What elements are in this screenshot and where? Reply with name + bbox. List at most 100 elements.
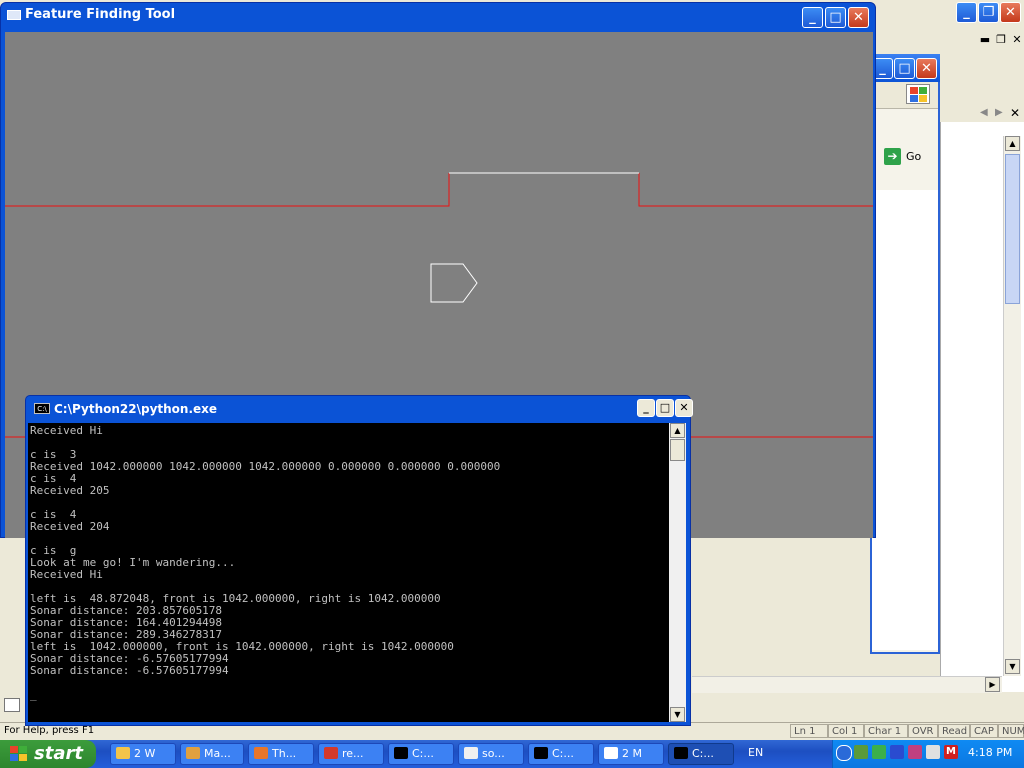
scroll-down-icon[interactable]: ▼ [1005, 659, 1020, 674]
taskbar-button-label: so... [482, 747, 505, 760]
language-indicator[interactable]: EN [748, 746, 763, 759]
taskbar-button-label: 2 M [622, 747, 642, 760]
minimize-icon[interactable]: _ [637, 399, 655, 417]
folder-icon [116, 747, 130, 759]
status-col: Col 1 [828, 724, 864, 738]
panel-close-icon[interactable]: ✕ [1010, 106, 1020, 120]
restore-icon[interactable]: ❐ [978, 2, 999, 23]
taskbar-button[interactable]: C:... [668, 743, 734, 765]
clock[interactable]: 4:18 PM [968, 746, 1012, 759]
start-button[interactable]: start [0, 740, 96, 768]
windows-logo-icon [906, 84, 930, 104]
console-line: Received 204 [30, 520, 110, 533]
console-icon [674, 747, 688, 759]
taskbar-button[interactable]: 2 M [598, 743, 664, 765]
browser-titlebar: _ □ ✕ [870, 54, 940, 82]
tk-icon [324, 747, 338, 759]
app-icon [186, 747, 200, 759]
app-tray-icon[interactable] [908, 745, 922, 759]
antivirus-icon[interactable] [872, 745, 886, 759]
window-title: Feature Finding Tool [25, 7, 176, 22]
scroll-thumb[interactable] [1005, 154, 1020, 304]
taskbar-button-label: 2 W [134, 747, 156, 760]
scroll-down-icon[interactable]: ▼ [670, 707, 685, 722]
windows-flag-icon [10, 746, 28, 762]
console-line: Received 205 [30, 484, 110, 497]
tab-prev-icon[interactable]: ◀ [980, 107, 988, 118]
tray-expand-icon[interactable] [836, 745, 852, 761]
right-panel-tabs: ◀ ▶ ✕ [940, 106, 1024, 122]
taskbar-button-label: C:... [552, 747, 574, 760]
scroll-up-icon[interactable]: ▲ [1005, 136, 1020, 151]
console-title: C:\Python22\python.exe [54, 402, 218, 416]
status-help-text: For Help, press F1 [4, 725, 95, 736]
console-icon [394, 747, 408, 759]
taskbar-button-label: C:... [412, 747, 434, 760]
left-panel-strip [0, 538, 24, 724]
window-icon [604, 747, 618, 759]
scroll-up-icon[interactable]: ▲ [670, 423, 685, 438]
close-icon[interactable]: ✕ [848, 7, 869, 28]
vertical-scrollbar[interactable]: ▲ ▼ [1003, 136, 1021, 676]
wall-top-left [5, 173, 450, 207]
taskbar-button[interactable]: C:... [388, 743, 454, 765]
scroll-right-icon[interactable]: ▶ [985, 677, 1000, 692]
status-num: NUM [998, 724, 1024, 738]
maximize-icon[interactable]: □ [656, 399, 674, 417]
background-window-controls: _ ❐ ✕ [954, 0, 1024, 26]
maximize-icon[interactable]: □ [894, 58, 915, 79]
console-line: Received Hi [30, 568, 103, 581]
taskbar-button-label: Ma... [204, 747, 231, 760]
mail-icon[interactable]: M [944, 745, 958, 759]
mdi-close-icon[interactable]: ✕ [1010, 33, 1024, 47]
go-arrow-icon: ➔ [884, 148, 901, 165]
browser-content [872, 190, 938, 650]
console-line: Sonar distance: -6.57605177994 [30, 664, 229, 677]
taskbar-button-label: re... [342, 747, 364, 760]
console-output[interactable]: Received Hi c is 3 Received 1042.000000 … [28, 423, 669, 722]
network-icon[interactable] [854, 745, 868, 759]
mdi-minimize-icon[interactable]: ▬ [978, 33, 992, 47]
console-line: _ [30, 688, 37, 701]
taskbar-button[interactable]: so... [458, 743, 524, 765]
status-read: Read [938, 724, 970, 738]
taskbar-button-label: C:... [692, 747, 714, 760]
close-icon[interactable]: ✕ [1000, 2, 1021, 23]
console-scrollbar[interactable]: ▲ ▼ [669, 423, 686, 722]
minimize-icon[interactable]: _ [802, 7, 823, 28]
robot-icon [430, 263, 478, 303]
status-line: Ln 1 [790, 724, 828, 738]
close-icon[interactable]: ✕ [916, 58, 937, 79]
taskbar-button[interactable]: 2 W [110, 743, 176, 765]
panel-toggle-icon[interactable] [4, 698, 20, 712]
taskbar-button[interactable]: C:... [528, 743, 594, 765]
mdi-controls: ▬ ❐ ✕ [930, 30, 1024, 52]
status-cap: CAP [970, 724, 998, 738]
console-line: Received Hi [30, 424, 103, 437]
go-button[interactable]: ➔ Go [884, 147, 932, 167]
console-icon [534, 747, 548, 759]
console-icon: C:\ [34, 403, 50, 414]
tab-next-icon[interactable]: ▶ [995, 107, 1003, 118]
console-line: Received 1042.000000 1042.000000 1042.00… [30, 460, 501, 473]
minimize-icon[interactable]: _ [956, 2, 977, 23]
scroll-thumb[interactable] [670, 439, 685, 461]
java-icon [464, 747, 478, 759]
volume-icon[interactable] [926, 745, 940, 759]
mdi-restore-icon[interactable]: ❐ [994, 33, 1008, 47]
taskbar-button[interactable]: Ma... [180, 743, 244, 765]
console-text: Received Hi c is 3 Received 1042.000000 … [28, 423, 669, 703]
maximize-icon[interactable]: □ [825, 7, 846, 28]
app-window-icon [7, 10, 21, 20]
start-label: start [34, 743, 83, 764]
close-icon[interactable]: ✕ [675, 399, 693, 417]
firefox-icon [254, 747, 268, 759]
taskbar-button[interactable]: re... [318, 743, 384, 765]
status-char: Char 1 [864, 724, 908, 738]
wall-top-right [638, 173, 873, 207]
go-label: Go [906, 150, 922, 163]
status-ovr: OVR [908, 724, 938, 738]
taskbar-button[interactable]: Th... [248, 743, 314, 765]
horizontal-scrollbar[interactable]: ▶ [692, 676, 1002, 693]
device-icon[interactable] [890, 745, 904, 759]
